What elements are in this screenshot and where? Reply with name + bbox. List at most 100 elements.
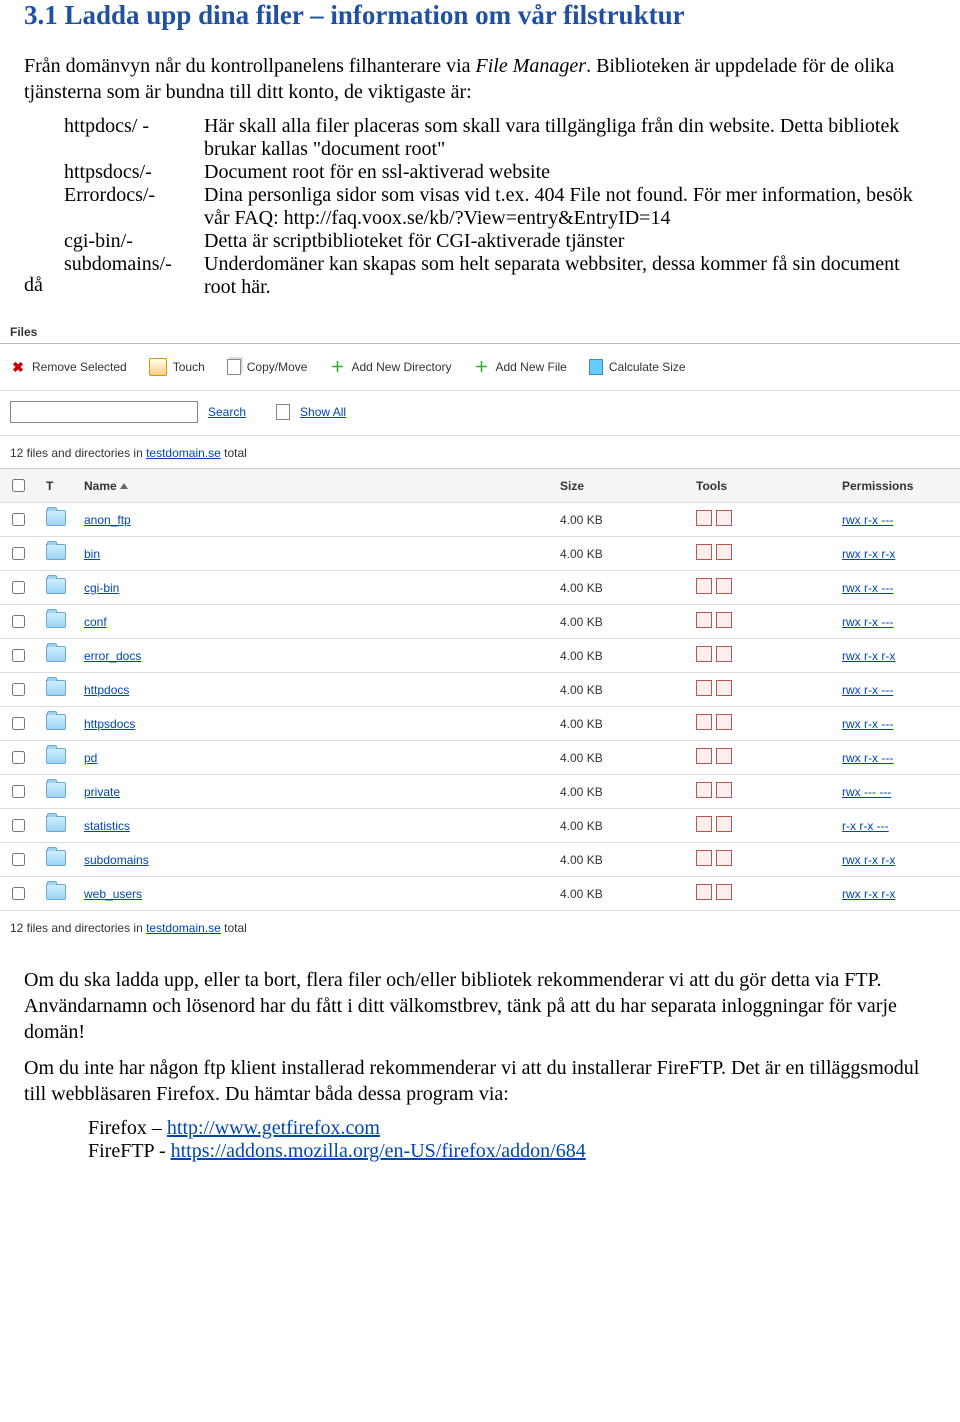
tool-icon[interactable] (696, 884, 712, 900)
file-size: 4.00 KB (552, 673, 688, 707)
row-checkbox[interactable] (12, 615, 25, 628)
tool-icon[interactable] (696, 850, 712, 866)
file-count-top: 12 files and directories in testdomain.s… (0, 436, 960, 468)
firefox-label: Firefox – (88, 1117, 167, 1139)
def-val: Detta är scriptbiblioteket för CGI-aktiv… (204, 230, 936, 253)
tool-icon[interactable] (716, 816, 732, 832)
tool-icon[interactable] (716, 578, 732, 594)
permissions-link[interactable]: r-x r-x --- (842, 819, 889, 833)
add-dir-label: Add New Directory (351, 360, 451, 374)
tool-icon[interactable] (716, 884, 732, 900)
col-size-header[interactable]: Size (552, 469, 688, 503)
folder-icon (46, 612, 66, 628)
file-name-link[interactable]: conf (84, 615, 107, 629)
permissions-link[interactable]: rwx r-x --- (842, 615, 893, 629)
permissions-link[interactable]: rwx r-x --- (842, 683, 893, 697)
col-type-header[interactable]: T (38, 469, 76, 503)
toolbar: ✖ Remove Selected Touch Copy/Move ＋ Add … (0, 344, 960, 391)
file-name-link[interactable]: statistics (84, 819, 130, 833)
permissions-link[interactable]: rwx r-x --- (842, 513, 893, 527)
col-tools-header[interactable]: Tools (688, 469, 834, 503)
row-checkbox[interactable] (12, 683, 25, 696)
file-name-link[interactable]: anon_ftp (84, 513, 131, 527)
tool-icon[interactable] (696, 578, 712, 594)
tool-icon[interactable] (696, 748, 712, 764)
col-name-header[interactable]: Name (76, 469, 552, 503)
search-button[interactable]: Search (208, 405, 246, 419)
select-all-checkbox[interactable] (12, 479, 25, 492)
download-fireftp-line: FireFTP - https://addons.mozilla.org/en-… (88, 1140, 936, 1163)
add-directory-button[interactable]: ＋ Add New Directory (329, 359, 451, 375)
show-all-button[interactable]: Show All (300, 405, 346, 419)
row-checkbox[interactable] (12, 853, 25, 866)
col-perm-header[interactable]: Permissions (834, 469, 960, 503)
tool-icon[interactable] (696, 612, 712, 628)
table-row: anon_ftp4.00 KBrwx r-x --- (0, 503, 960, 537)
tool-icon[interactable] (716, 612, 732, 628)
tool-icon[interactable] (716, 510, 732, 526)
folder-icon (46, 816, 66, 832)
file-size: 4.00 KB (552, 741, 688, 775)
row-checkbox[interactable] (12, 717, 25, 730)
file-name-link[interactable]: error_docs (84, 649, 141, 663)
tool-icon[interactable] (696, 714, 712, 730)
permissions-link[interactable]: rwx r-x r-x (842, 649, 895, 663)
file-name-link[interactable]: subdomains (84, 853, 149, 867)
file-name-link[interactable]: private (84, 785, 120, 799)
tool-icon[interactable] (716, 646, 732, 662)
firefox-link[interactable]: http://www.getfirefox.com (167, 1117, 380, 1139)
tool-icon[interactable] (696, 680, 712, 696)
file-name-link[interactable]: httpsdocs (84, 717, 135, 731)
tool-icon[interactable] (696, 646, 712, 662)
row-checkbox[interactable] (12, 785, 25, 798)
row-checkbox[interactable] (12, 581, 25, 594)
tool-icon[interactable] (716, 714, 732, 730)
tool-icon[interactable] (716, 680, 732, 696)
row-checkbox[interactable] (12, 649, 25, 662)
permissions-link[interactable]: rwx r-x --- (842, 751, 893, 765)
file-name-link[interactable]: pd (84, 751, 97, 765)
def-val: Dina personliga sidor som visas vid t.ex… (204, 184, 936, 230)
row-checkbox[interactable] (12, 547, 25, 560)
def-val: Document root för en ssl-aktiverad websi… (204, 161, 936, 184)
permissions-link[interactable]: rwx r-x r-x (842, 547, 895, 561)
table-row: bin4.00 KBrwx r-x r-x (0, 537, 960, 571)
tool-icon[interactable] (716, 850, 732, 866)
fireftp-link[interactable]: https://addons.mozilla.org/en-US/firefox… (171, 1140, 586, 1162)
row-checkbox[interactable] (12, 819, 25, 832)
tool-icon[interactable] (696, 544, 712, 560)
row-checkbox[interactable] (12, 513, 25, 526)
domain-link[interactable]: testdomain.se (146, 921, 221, 935)
permissions-link[interactable]: rwx --- --- (842, 785, 891, 799)
add-file-button[interactable]: ＋ Add New File (473, 359, 566, 375)
touch-label: Touch (173, 360, 205, 374)
file-name-link[interactable]: cgi-bin (84, 581, 119, 595)
table-row: conf4.00 KBrwx r-x --- (0, 605, 960, 639)
tool-icon[interactable] (716, 748, 732, 764)
copy-move-button[interactable]: Copy/Move (227, 359, 308, 375)
domain-link[interactable]: testdomain.se (146, 446, 221, 460)
calculate-size-button[interactable]: Calculate Size (589, 359, 686, 375)
tool-icon[interactable] (716, 782, 732, 798)
row-checkbox[interactable] (12, 887, 25, 900)
remove-selected-button[interactable]: ✖ Remove Selected (10, 359, 127, 375)
count-suffix: total (221, 446, 247, 460)
file-name-link[interactable]: web_users (84, 887, 142, 901)
file-size: 4.00 KB (552, 877, 688, 911)
file-name-link[interactable]: httpdocs (84, 683, 129, 697)
permissions-link[interactable]: rwx r-x --- (842, 717, 893, 731)
permissions-link[interactable]: rwx r-x r-x (842, 853, 895, 867)
file-manager-term: File Manager (476, 55, 587, 77)
row-checkbox[interactable] (12, 751, 25, 764)
folder-icon (46, 782, 66, 798)
intro-text-a: Från domänvyn når du kontrollpanelens fi… (24, 55, 476, 77)
tool-icon[interactable] (696, 816, 712, 832)
file-name-link[interactable]: bin (84, 547, 100, 561)
tool-icon[interactable] (696, 510, 712, 526)
touch-button[interactable]: Touch (149, 358, 205, 376)
tool-icon[interactable] (716, 544, 732, 560)
tool-icon[interactable] (696, 782, 712, 798)
permissions-link[interactable]: rwx r-x --- (842, 581, 893, 595)
permissions-link[interactable]: rwx r-x r-x (842, 887, 895, 901)
search-input[interactable] (10, 401, 198, 423)
